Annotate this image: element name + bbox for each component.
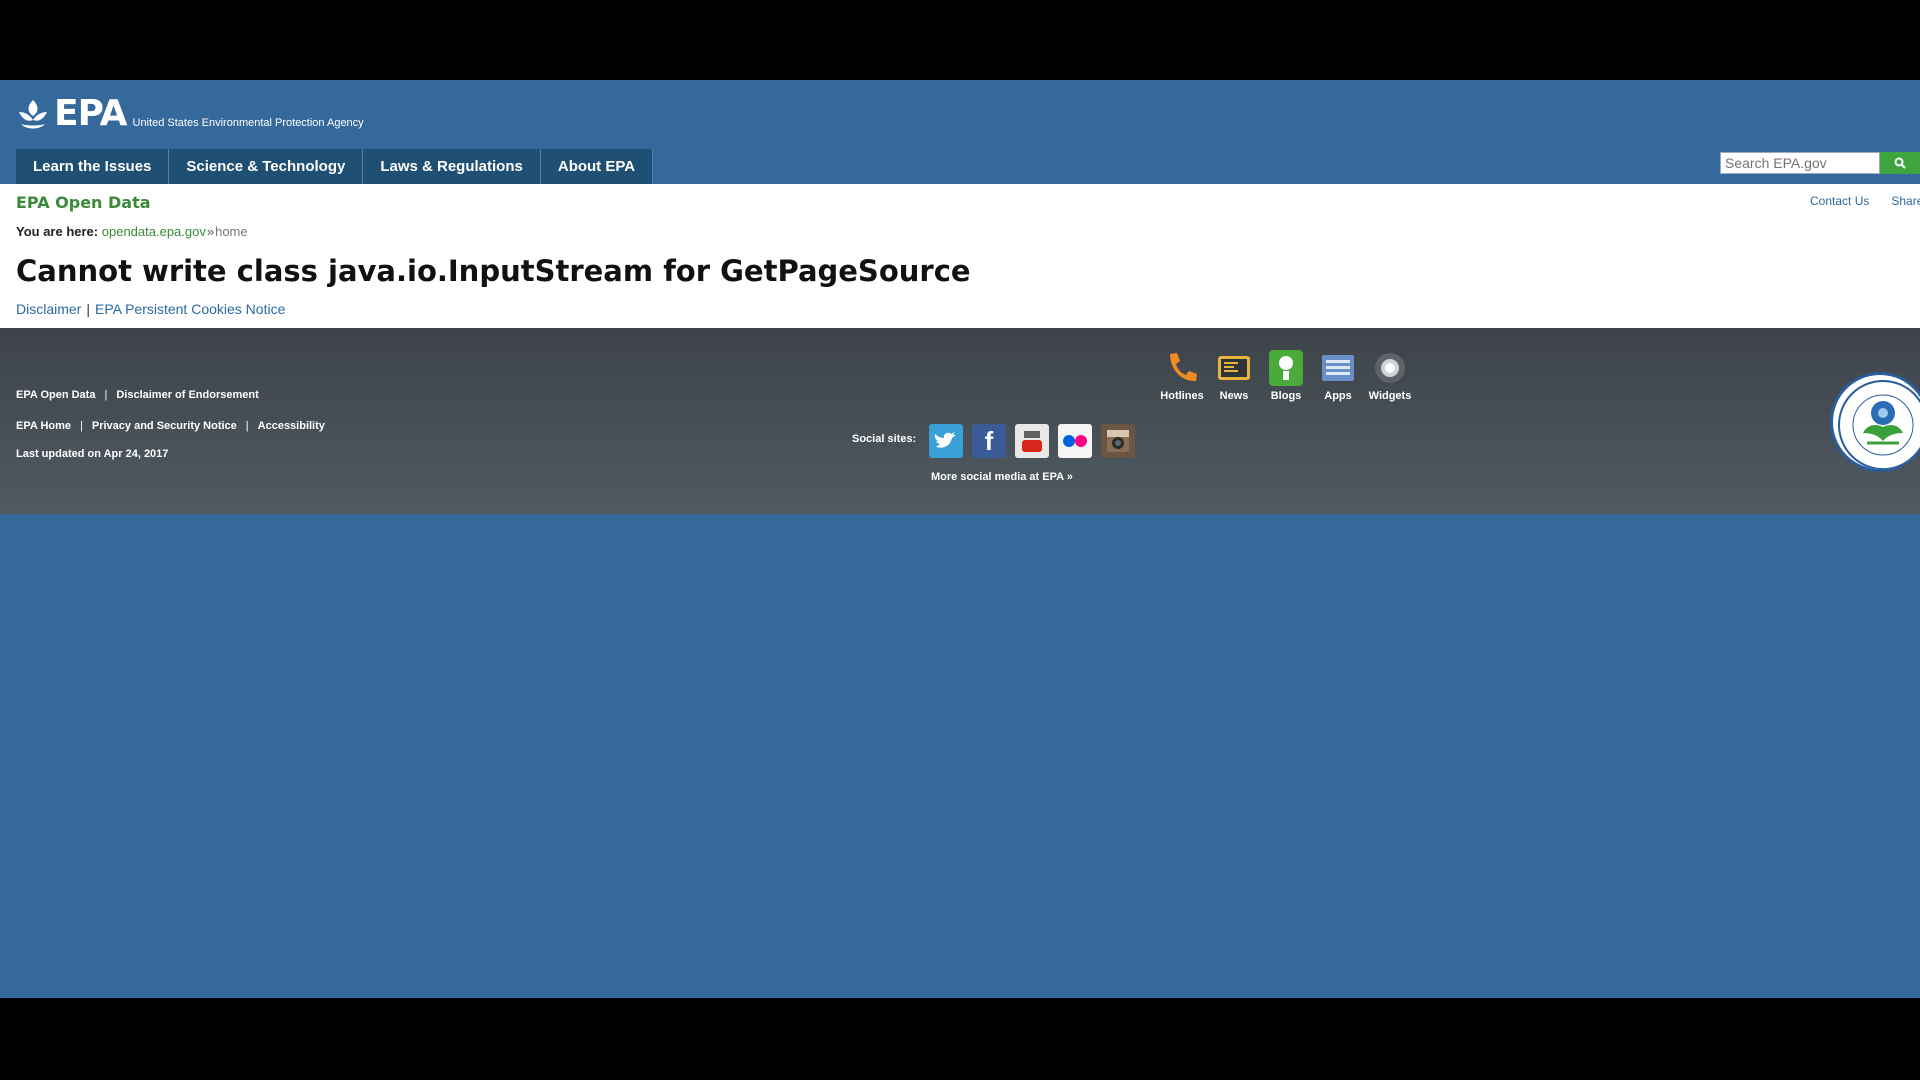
utility-links: Contact Us Share	[1810, 194, 1920, 208]
tool-label: Widgets	[1368, 390, 1412, 402]
share-link[interactable]: Share	[1891, 194, 1920, 208]
footer-links-row2: EPA Home | Privacy and Security Notice | Acc…	[16, 420, 325, 432]
breadcrumb-label: You are here:	[16, 224, 99, 239]
tool-label: Apps	[1324, 390, 1352, 402]
more-social-link[interactable]: More social media at EPA »	[931, 471, 1073, 483]
phone-icon	[1170, 353, 1197, 382]
logo-text: EPA	[54, 93, 128, 134]
footer-epa-open-data-link[interactable]: EPA Open Data	[16, 389, 95, 401]
twitter-icon[interactable]	[929, 424, 963, 458]
footer-privacy-link[interactable]: Privacy and Security Notice	[92, 420, 237, 432]
footer-divider: |	[80, 420, 83, 432]
nav-science-technology[interactable]: Science & Technology	[169, 149, 364, 184]
disclaimer-link[interactable]: Disclaimer	[16, 301, 81, 317]
letterbox-bottom	[0, 998, 1920, 1080]
site-name[interactable]: EPA Open Data	[16, 193, 151, 212]
instagram-icon[interactable]	[1101, 424, 1135, 458]
tool-news[interactable]: News	[1208, 348, 1260, 402]
nav-learn-the-issues[interactable]: Learn the Issues	[16, 149, 170, 184]
search-icon	[1894, 157, 1906, 169]
breadcrumb-current: home	[215, 224, 248, 239]
social-label: Social sites:	[852, 433, 917, 445]
facebook-icon[interactable]: f	[972, 424, 1006, 458]
main-content: EPA Open Data Contact Us Share You are he…	[0, 184, 1920, 328]
widgets-icon	[1375, 353, 1405, 383]
link-divider: |	[86, 301, 90, 317]
epa-flower-icon	[19, 100, 47, 129]
site-header: EPA United States Environmental Protecti…	[0, 80, 1920, 184]
tool-apps[interactable]: Apps	[1312, 348, 1364, 402]
contact-us-link[interactable]: Contact Us	[1810, 194, 1869, 208]
blogs-icon	[1269, 350, 1303, 386]
youtube-icon[interactable]	[1015, 424, 1049, 458]
breadcrumb-link-opendata[interactable]: opendata.epa.gov	[102, 224, 206, 239]
disclaimer-links: Disclaimer | EPA Persistent Cookies Notice	[16, 301, 285, 317]
nav-about-epa[interactable]: About EPA	[540, 149, 654, 184]
footer-disclaimer-endorsement-link[interactable]: Disclaimer of Endorsement	[116, 389, 258, 401]
tool-label: Blogs	[1270, 390, 1302, 402]
breadcrumb-separator: »	[206, 224, 215, 239]
last-updated: Last updated on Apr 24, 2017	[16, 448, 169, 460]
search-input[interactable]	[1720, 152, 1880, 174]
social-icons: f	[929, 424, 1144, 458]
search-box	[1720, 152, 1920, 174]
tool-blogs[interactable]: Blogs	[1260, 348, 1312, 402]
apps-icon	[1322, 355, 1354, 381]
search-button[interactable]	[1880, 152, 1920, 174]
epa-seal-icon	[1838, 380, 1920, 469]
epa-logo[interactable]: EPA United States Environmental Protecti…	[16, 96, 364, 132]
cookies-notice-link[interactable]: EPA Persistent Cookies Notice	[95, 301, 285, 317]
breadcrumb: You are here: opendata.epa.gov»home	[16, 224, 248, 239]
site-footer: EPA Open Data | Disclaimer of Endorsement …	[0, 328, 1920, 514]
logo-subtitle: United States Environmental Protection A…	[132, 117, 364, 129]
page-title: Cannot write class java.io.InputStream f…	[16, 254, 971, 288]
browser-page: EPA United States Environmental Protecti…	[0, 80, 1920, 998]
footer-tools: Hotlines News Blogs Apps Widgets	[1156, 348, 1416, 402]
footer-links-row1: EPA Open Data | Disclaimer of Endorsement	[16, 389, 259, 401]
tool-hotlines[interactable]: Hotlines	[1156, 348, 1208, 402]
tool-label: Hotlines	[1160, 390, 1204, 402]
epa-seal	[1830, 372, 1920, 472]
news-icon	[1218, 356, 1250, 380]
letterbox-top	[0, 0, 1920, 80]
flickr-icon[interactable]	[1058, 424, 1092, 458]
footer-accessibility-link[interactable]: Accessibility	[258, 420, 325, 432]
nav-laws-regulations[interactable]: Laws & Regulations	[363, 149, 541, 184]
tool-widgets[interactable]: Widgets	[1364, 348, 1416, 402]
footer-divider: |	[245, 420, 249, 432]
tool-label: News	[1219, 390, 1249, 402]
main-nav: Learn the Issues Science & Technology La…	[16, 149, 654, 184]
footer-epa-home-link[interactable]: EPA Home	[16, 420, 71, 432]
footer-divider: |	[104, 389, 108, 401]
